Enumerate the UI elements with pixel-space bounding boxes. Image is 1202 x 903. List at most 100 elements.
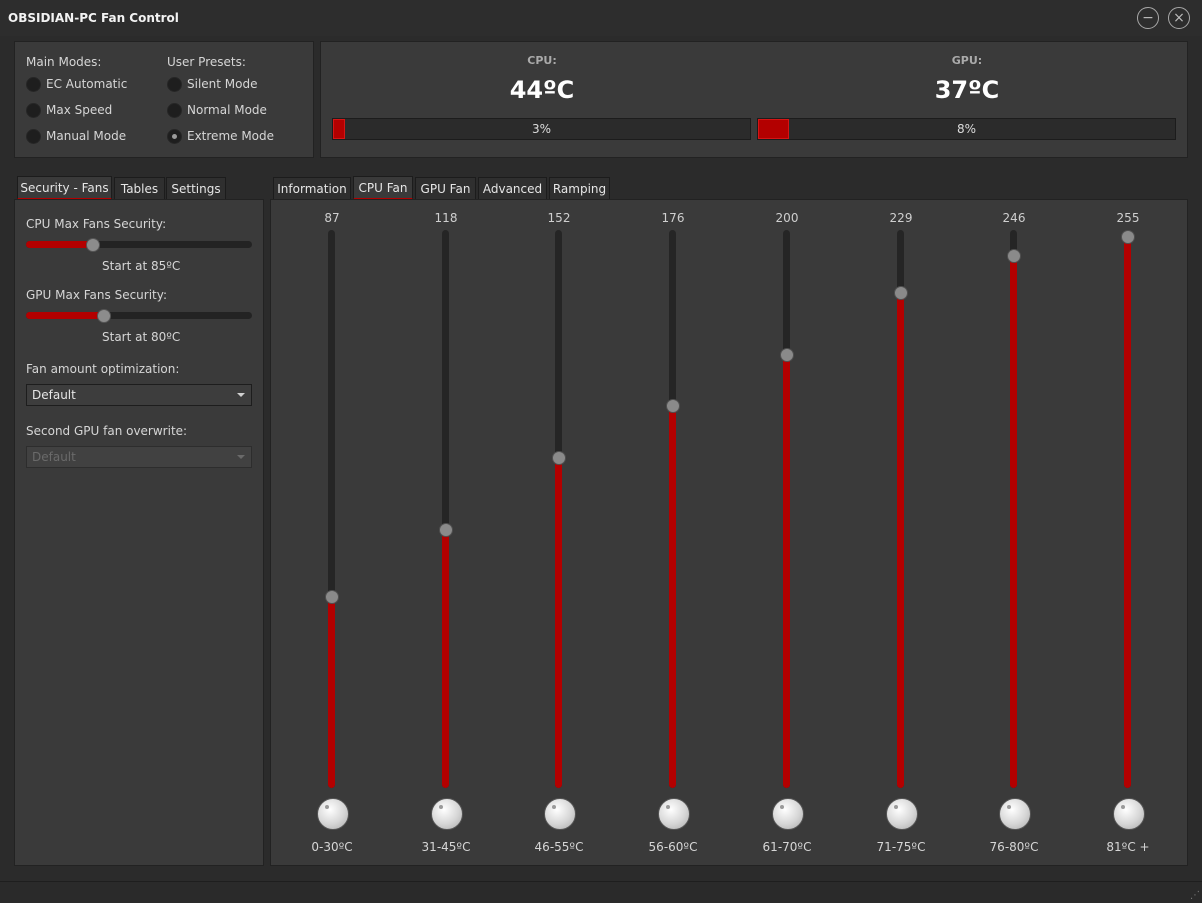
fan-knob-icon[interactable] [544,798,576,830]
temperature-range-label: 61-70ºC [762,840,812,854]
fan-optimization-select[interactable]: Default [26,384,252,406]
cpu-security-start: Start at 85ºC [102,259,181,273]
tab-information[interactable]: Information [273,177,351,200]
fan-speed-slider-handle[interactable] [1007,249,1021,263]
radio-manual-mode-label[interactable]: Manual Mode [46,129,126,143]
fan-speed-slider[interactable] [1124,230,1131,788]
window-title: OBSIDIAN-PC Fan Control [8,11,179,25]
temperature-range-label: 46-55ºC [534,840,584,854]
fan-speed-value: 255 [1116,211,1140,225]
tab-settings[interactable]: Settings [166,177,226,200]
fan-speed-slider-handle[interactable] [439,523,453,537]
tab-cpu-fan[interactable]: CPU Fan [353,176,413,200]
cpu-max-security-label: CPU Max Fans Security: [26,217,167,231]
fan-speed-slider-fill [669,405,676,788]
chevron-down-icon [237,455,245,459]
second-gpu-fan-value: Default [32,450,76,464]
fan-speed-slider-fill [1010,255,1017,788]
fan-knob-icon[interactable] [1113,798,1145,830]
radio-silent-mode[interactable] [167,77,182,92]
fan-speed-value: 176 [661,211,685,225]
cpu-fan-percent: 3% [531,122,552,136]
fan-speed-slider[interactable] [555,230,562,788]
minimize-icon[interactable]: − [1137,7,1159,29]
second-gpu-fan-select[interactable]: Default [26,446,252,468]
fan-speed-value: 118 [434,211,458,225]
close-icon[interactable]: × [1168,7,1190,29]
fan-speed-slider-handle[interactable] [552,451,566,465]
fan-speed-slider-fill [897,292,904,788]
tab-gpu-fan[interactable]: GPU Fan [415,177,476,200]
title-bar: OBSIDIAN-PC Fan Control − × [0,0,1202,36]
second-gpu-fan-label: Second GPU fan overwrite: [26,424,188,438]
modes-panel: Main Modes: EC Automatic Max Speed Manua… [14,41,314,158]
tab-tables[interactable]: Tables [114,177,165,200]
fan-speed-value: 87 [324,211,340,225]
temperature-range-label: 76-80ºC [989,840,1039,854]
radio-max-speed[interactable] [26,103,41,118]
fan-speed-slider-handle[interactable] [666,399,680,413]
fan-knob-icon[interactable] [772,798,804,830]
fan-speed-slider[interactable] [328,230,335,788]
temperature-range-label: 71-75ºC [876,840,926,854]
fan-speed-slider[interactable] [897,230,904,788]
temperature-range-label: 81ºC + [1106,840,1150,854]
cpu-fan-curve-panel: 87 0-30ºC 118 31-45ºC 152 46-55ºC 176 56-60ºC 20… [270,199,1188,866]
cpu-temperature: 44ºC [509,76,575,104]
fan-speed-slider[interactable] [783,230,790,788]
radio-normal-mode[interactable] [167,103,182,118]
fan-knob-icon[interactable] [999,798,1031,830]
radio-extreme-mode[interactable] [167,129,182,144]
fan-speed-slider[interactable] [669,230,676,788]
fan-speed-value: 152 [547,211,571,225]
gpu-temperature: 37ºC [934,76,1000,104]
gpu-max-security-fill [26,312,103,319]
chevron-down-icon [237,393,245,397]
fan-speed-value: 229 [889,211,913,225]
gpu-max-security-slider[interactable] [26,309,252,323]
fan-speed-slider-fill [328,596,335,788]
gpu-max-security-handle[interactable] [97,309,111,323]
cpu-fan-progress: 3% [332,118,751,140]
fan-knob-icon[interactable] [317,798,349,830]
fan-speed-slider-handle[interactable] [325,590,339,604]
fan-speed-slider-handle[interactable] [780,348,794,362]
fan-speed-slider[interactable] [1010,230,1017,788]
tab-security-fans[interactable]: Security - Fans [17,176,112,200]
radio-manual-mode[interactable] [26,129,41,144]
tab-ramping[interactable]: Ramping [549,177,610,200]
security-panel: CPU Max Fans Security: Start at 85ºC GPU… [14,199,264,866]
user-presets-title: User Presets: [167,55,246,69]
fan-knob-icon[interactable] [431,798,463,830]
temperature-panel: CPU: 44ºC 3% GPU: 37ºC 8% [320,41,1188,158]
fan-speed-value: 246 [1002,211,1026,225]
fan-knob-icon[interactable] [658,798,690,830]
cpu-max-security-slider[interactable] [26,238,252,252]
gpu-caption: GPU: [951,54,983,67]
status-bar: ⋰ [0,881,1202,903]
fan-speed-value: 200 [775,211,799,225]
fan-speed-slider-handle[interactable] [894,286,908,300]
resize-grip-icon[interactable]: ⋰ [1190,890,1200,901]
radio-extreme-mode-label[interactable]: Extreme Mode [187,129,274,143]
fan-speed-slider-fill [555,457,562,788]
fan-speed-slider-fill [1124,236,1131,788]
radio-silent-mode-label[interactable]: Silent Mode [187,77,258,91]
cpu-max-security-handle[interactable] [86,238,100,252]
temperature-range-label: 56-60ºC [648,840,698,854]
gpu-fan-progress: 8% [757,118,1176,140]
fan-speed-slider[interactable] [442,230,449,788]
temperature-range-label: 31-45ºC [421,840,471,854]
cpu-caption: CPU: [527,54,557,67]
fan-speed-slider-fill [442,529,449,788]
radio-ec-automatic-label[interactable]: EC Automatic [46,77,127,91]
radio-max-speed-label[interactable]: Max Speed [46,103,112,117]
gpu-security-start: Start at 80ºC [102,330,181,344]
radio-ec-automatic[interactable] [26,77,41,92]
fan-knob-icon[interactable] [886,798,918,830]
fan-speed-slider-fill [783,354,790,788]
tab-advanced[interactable]: Advanced [478,177,547,200]
radio-normal-mode-label[interactable]: Normal Mode [187,103,267,117]
fan-speed-slider-handle[interactable] [1121,230,1135,244]
gpu-fan-percent: 8% [956,122,977,136]
